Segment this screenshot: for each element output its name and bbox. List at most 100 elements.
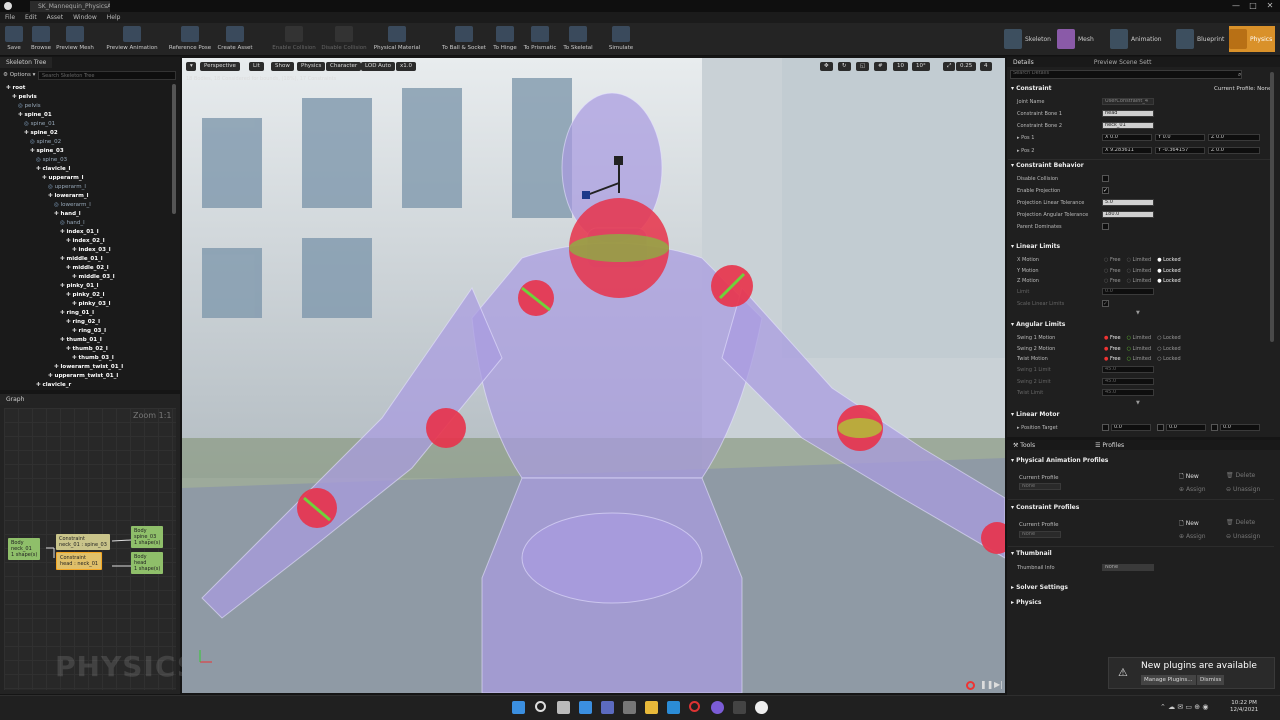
mode-blueprint[interactable]: Blueprint [1176,26,1224,52]
scale-tool-button[interactable]: ◱ [856,62,870,71]
graph-node-body-spine[interactable]: Body spine_03 1 shape(s) [131,526,164,548]
tree-row[interactable]: ✚ spine_03 [0,147,172,156]
tree-row[interactable]: ✚ middle_02_l [0,264,172,273]
to-skeletal-button[interactable]: To Skeletal [560,23,596,56]
mode-physics[interactable]: Physics [1229,26,1276,52]
tree-row[interactable]: ✚ lowerarm_l [0,192,172,201]
camera-speed-button[interactable]: 4 [980,62,992,71]
to-prismatic-button[interactable]: To Prismatic [522,23,558,56]
details-scrollbar[interactable] [1270,72,1274,342]
document-tab[interactable]: SK_Mannequin_PhysicsA [30,1,110,12]
motion-radio-free[interactable]: ○ Free [1104,257,1121,263]
menu-help[interactable]: Help [107,14,121,21]
motion-radio-group[interactable]: ○ Free ○ Limited ● Locked [1104,278,1181,284]
position-target-y-field[interactable]: 0.0 [1166,424,1206,431]
search-icon[interactable] [535,701,546,712]
rotate-tool-button[interactable]: ↻ [838,62,851,71]
perspective-button[interactable]: Perspective [200,62,240,71]
settings-icon[interactable] [623,701,636,714]
tree-row[interactable]: ◎ spine_03 [0,156,172,165]
to-hinge-button[interactable]: To Hinge [490,23,520,56]
behavior-value-field[interactable]: 5.0 [1102,199,1154,206]
motion-radio-locked[interactable]: ● Locked [1157,268,1180,274]
tree-row[interactable]: ◎ spine_01 [0,120,172,129]
tree-row[interactable]: ✚ pelvis [0,93,172,102]
unreal-engine-icon[interactable] [755,701,768,714]
tree-row[interactable]: ✚ clavicle_l [0,165,172,174]
pa-unassign-button[interactable]: ⊖ Unassign [1226,486,1260,493]
record-button[interactable] [966,681,975,690]
behavior-value-field[interactable]: 180.0 [1102,211,1154,218]
to-ball-socket-button[interactable]: To Ball & Socket [440,23,488,56]
motion-radio-group[interactable]: ○ Free ○ Limited ● Locked [1104,268,1181,274]
tree-row[interactable]: ✚ spine_01 [0,111,172,120]
graph-node-body-neck[interactable]: Body neck_01 1 shape(s) [8,538,41,560]
angular-limit-field[interactable]: 45.0 [1102,389,1154,396]
graph-node-constraint-spine[interactable]: Constraint neck_01 : spine_03 [56,534,110,550]
behavior-checkbox[interactable]: ✓ [1102,187,1109,194]
tree-row[interactable]: ✚ upperarm_l [0,174,172,183]
pa-assign-button[interactable]: ⊕ Assign [1179,486,1206,493]
grid-snap-icon[interactable]: # [874,62,887,71]
close-button[interactable]: ✕ [1262,0,1278,12]
motion-radio-free[interactable]: ○ Free [1104,268,1121,274]
c-unassign-button[interactable]: ⊖ Unassign [1226,533,1260,540]
step-forward-button[interactable]: ▶| [994,680,1003,689]
tray-icons[interactable]: ⌃ ☁ ✉ ▭ ⊕ ◉ [1160,703,1208,711]
epic-games-icon[interactable] [733,701,746,714]
pos2-z-field[interactable]: Z 0.0 [1208,147,1260,154]
pa-delete-button[interactable]: 🗑 Delete [1226,472,1255,479]
motion-radio-limited[interactable]: ○ Limited [1127,278,1152,284]
section-solver-settings[interactable]: ▸ Solver Settings [1011,584,1068,594]
section-linear-limits[interactable]: ▾ Linear Limits [1011,243,1060,253]
edge-icon[interactable] [667,701,680,714]
tree-row[interactable]: ✚ index_01_l [0,228,172,237]
task-view-icon[interactable] [557,701,570,714]
motion-radio-locked[interactable]: ○ Locked [1157,346,1180,352]
angular-limit-field[interactable]: 45.0 [1102,377,1154,385]
motion-radio-locked[interactable]: ○ Locked [1157,335,1180,341]
physical-material-button[interactable]: Physical Material [372,23,422,56]
maximize-button[interactable]: □ [1245,0,1261,12]
tab-tools[interactable]: ⚒ Tools [1013,442,1035,449]
file-explorer-icon[interactable] [645,701,658,714]
windows-start-icon[interactable] [512,701,525,714]
motion-radio-limited[interactable]: ○ Limited [1127,257,1152,263]
tree-row[interactable]: ✚ middle_01_l [0,255,172,264]
browse-button[interactable]: Browse [28,23,54,56]
tree-row[interactable]: ✚ index_02_l [0,237,172,246]
graph-node-body-head[interactable]: Body head 1 shape(s) [131,552,164,574]
opera-icon[interactable] [689,701,700,712]
motion-radio-limited[interactable]: ○ Limited [1127,356,1152,362]
c-assign-button[interactable]: ⊕ Assign [1179,533,1206,540]
details-search-input[interactable]: Search Details [1010,70,1242,79]
widgets-icon[interactable] [579,701,592,714]
dismiss-button[interactable]: Dismiss [1197,675,1225,685]
section-constraint-profiles[interactable]: ▾ Constraint Profiles [1011,504,1079,514]
manage-plugins-button[interactable]: Manage Plugins... [1141,675,1196,685]
scale-snap-button[interactable]: 0.25 [956,62,977,71]
disable-collision-button[interactable]: Disable Collision [320,23,368,56]
motion-radio-limited[interactable]: ○ Limited [1127,335,1152,341]
reference-pose-button[interactable]: Reference Pose [167,23,213,56]
tree-row[interactable]: ✚ hand_l [0,210,172,219]
motion-radio-group[interactable]: ● Free ○ Limited ○ Locked [1104,356,1181,362]
skeleton-options-button[interactable]: ⚙ Options ▾ [3,72,35,78]
pos1-y-field[interactable]: Y 0.0 [1155,134,1205,141]
mode-animation[interactable]: Animation [1110,26,1162,52]
tab-graph[interactable]: Graph [0,394,31,405]
menu-file[interactable]: File [5,14,15,21]
menu-window[interactable]: Window [73,14,97,21]
pos2-x-field[interactable]: X 9.283611 [1102,147,1152,154]
enable-collision-button[interactable]: Enable Collision [270,23,318,56]
character-button[interactable]: Character [326,62,362,71]
position-target-z-checkbox[interactable] [1211,424,1218,431]
show-button[interactable]: Show [271,62,294,71]
viewport[interactable] [182,58,1005,693]
tree-row[interactable]: ✚ ring_01_l [0,309,172,318]
constraint-bone1-field[interactable]: head [1102,110,1154,117]
menu-edit[interactable]: Edit [25,14,37,21]
tab-profiles[interactable]: ☰ Profiles [1095,442,1124,449]
section-linear-motor[interactable]: ▾ Linear Motor [1011,411,1059,421]
tree-row[interactable]: ✚ ring_03_l [0,327,172,336]
